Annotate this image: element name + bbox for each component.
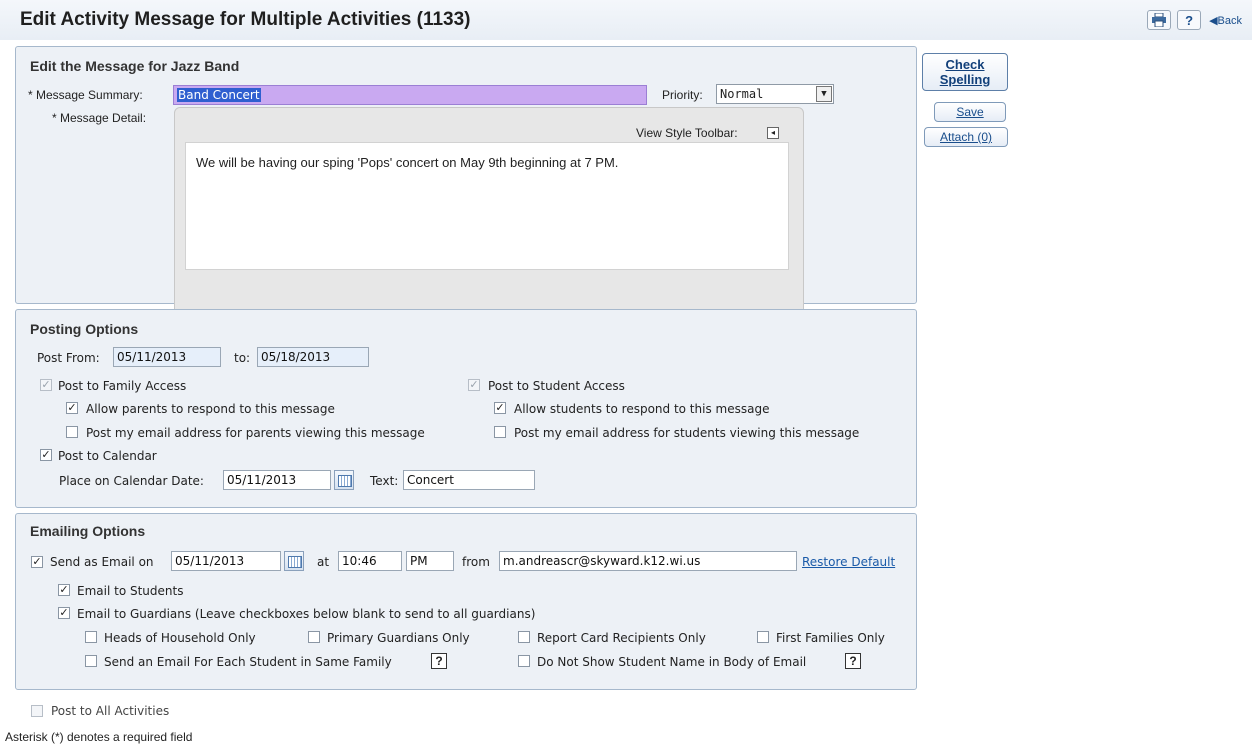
check-spelling-button[interactable]: Check Spelling xyxy=(922,53,1008,91)
printer-icon xyxy=(1152,13,1167,27)
ampm-value: PM xyxy=(410,554,428,568)
report-card-checkbox[interactable] xyxy=(518,631,530,643)
save-button[interactable]: Save xyxy=(934,102,1006,122)
rich-text-editor: View Style Toolbar: ◂ We will be having … xyxy=(174,107,804,329)
print-button[interactable] xyxy=(1147,10,1172,30)
post-to-label: to: xyxy=(234,351,251,365)
emailing-section-title: Emailing Options xyxy=(30,523,146,539)
student-access-checkbox[interactable]: ✓ xyxy=(468,379,480,391)
primary-guardians-label: Primary Guardians Only xyxy=(327,631,470,645)
text-label: Text: xyxy=(370,474,399,488)
posting-section-title: Posting Options xyxy=(30,321,139,337)
emailing-options-panel: Emailing Options ✓ Send as Email on 05/1… xyxy=(15,513,917,690)
help-button[interactable]: ? xyxy=(1177,10,1202,30)
heads-household-checkbox[interactable] xyxy=(85,631,97,643)
post-calendar-checkbox[interactable]: ✓ xyxy=(40,449,52,461)
allow-parents-checkbox[interactable]: ✓ xyxy=(66,402,78,414)
post-from-input[interactable]: 05/11/2013 xyxy=(113,347,221,367)
time-input[interactable]: 10:46 xyxy=(338,551,402,571)
help-icon: ? xyxy=(1185,12,1194,28)
priority-value: Normal xyxy=(720,87,764,101)
post-email-parents-checkbox[interactable] xyxy=(66,426,78,438)
calendar-picker-icon[interactable] xyxy=(334,470,354,490)
calendar-date-value: 05/11/2013 xyxy=(227,473,297,487)
save-label: Save xyxy=(956,105,984,119)
calendar-date-input[interactable]: 05/11/2013 xyxy=(223,470,331,490)
message-detail-text: We will be having our sping 'Pops' conce… xyxy=(196,155,619,170)
post-calendar-label: Post to Calendar xyxy=(58,449,157,463)
email-guardians-label: Email to Guardians (Leave checkboxes bel… xyxy=(77,607,536,621)
chevron-down-icon[interactable]: ▼ xyxy=(816,86,832,102)
post-to-input[interactable]: 05/18/2013 xyxy=(257,347,369,367)
post-email-students-label: Post my email address for students viewi… xyxy=(514,426,860,440)
student-access-label: Post to Student Access xyxy=(488,379,625,393)
required-field-note: Asterisk (*) denotes a required field xyxy=(5,730,193,744)
summary-value: Band Concert xyxy=(177,88,261,102)
post-all-activities-label: Post to All Activities xyxy=(51,704,170,718)
post-from-label: Post From: xyxy=(37,351,100,365)
heads-household-label: Heads of Household Only xyxy=(104,631,256,645)
title-bar: Edit Activity Message for Multiple Activ… xyxy=(0,0,1252,40)
no-student-name-help-icon[interactable]: ? xyxy=(845,653,861,669)
allow-parents-label: Allow parents to respond to this message xyxy=(86,402,335,416)
attach-label: Attach (0) xyxy=(939,130,993,144)
no-student-name-checkbox[interactable] xyxy=(518,655,530,667)
time-value: 10:46 xyxy=(342,554,377,568)
post-email-students-checkbox[interactable] xyxy=(494,426,506,438)
each-student-label: Send an Email For Each Student in Same F… xyxy=(104,655,392,669)
priority-select[interactable]: Normal ▼ xyxy=(716,84,834,104)
email-students-checkbox[interactable]: ✓ xyxy=(58,584,70,596)
page-title: Edit Activity Message for Multiple Activ… xyxy=(20,9,471,30)
calendar-text-value: Concert xyxy=(407,473,454,487)
message-detail-editor[interactable]: We will be having our sping 'Pops' conce… xyxy=(185,142,789,270)
priority-label: Priority: xyxy=(662,88,703,102)
top-toolbar: ? ◀Back xyxy=(1147,10,1244,30)
restore-default-link[interactable]: Restore Default xyxy=(802,555,895,569)
attach-button[interactable]: Attach (0) xyxy=(924,127,1008,147)
check-spelling-label: Check Spelling xyxy=(939,57,991,87)
primary-guardians-checkbox[interactable] xyxy=(308,631,320,643)
each-student-checkbox[interactable] xyxy=(85,655,97,667)
message-panel: Edit the Message for Jazz Band * Message… xyxy=(15,46,917,329)
post-email-parents-label: Post my email address for parents viewin… xyxy=(86,426,425,440)
allow-students-label: Allow students to respond to this messag… xyxy=(514,402,770,416)
post-from-value: 05/11/2013 xyxy=(117,350,187,364)
send-date-calendar-icon[interactable] xyxy=(284,551,304,571)
at-label: at xyxy=(317,555,330,569)
from-email-input[interactable]: m.andreascr@skyward.k12.wi.us xyxy=(499,551,797,571)
from-email-value: m.andreascr@skyward.k12.wi.us xyxy=(503,554,701,568)
email-guardians-checkbox[interactable]: ✓ xyxy=(58,607,70,619)
from-label: from xyxy=(462,555,490,569)
send-date-input[interactable]: 05/11/2013 xyxy=(171,551,281,571)
post-to-value: 05/18/2013 xyxy=(261,350,331,364)
first-families-checkbox[interactable] xyxy=(757,631,769,643)
email-students-label: Email to Students xyxy=(77,584,184,598)
send-email-checkbox[interactable]: ✓ xyxy=(31,556,43,568)
no-student-name-label: Do Not Show Student Name in Body of Emai… xyxy=(537,655,807,669)
ampm-input[interactable]: PM xyxy=(406,551,454,571)
each-student-help-icon[interactable]: ? xyxy=(431,653,447,669)
message-section-title: Edit the Message for Jazz Band xyxy=(30,58,240,74)
toolbar-toggle-icon[interactable]: ◂ xyxy=(767,127,779,139)
post-all-activities-checkbox[interactable] xyxy=(31,705,43,717)
send-date-value: 05/11/2013 xyxy=(175,554,245,568)
posting-options-panel: Posting Options Post From: 05/11/2013 to… xyxy=(15,309,917,508)
summary-input[interactable]: Band Concert xyxy=(173,85,647,105)
style-toolbar-label: View Style Toolbar: xyxy=(636,126,738,140)
calendar-date-label: Place on Calendar Date: xyxy=(59,474,204,488)
report-card-label: Report Card Recipients Only xyxy=(537,631,706,645)
back-button[interactable]: ◀Back xyxy=(1207,10,1244,30)
family-access-label: Post to Family Access xyxy=(58,379,187,393)
detail-label: * Message Detail: xyxy=(52,111,147,125)
send-email-label: Send as Email on xyxy=(50,555,154,569)
summary-label: * Message Summary: xyxy=(28,88,143,102)
allow-students-checkbox[interactable]: ✓ xyxy=(494,402,506,414)
family-access-checkbox[interactable]: ✓ xyxy=(40,379,52,391)
calendar-text-input[interactable]: Concert xyxy=(403,470,535,490)
first-families-label: First Families Only xyxy=(776,631,885,645)
